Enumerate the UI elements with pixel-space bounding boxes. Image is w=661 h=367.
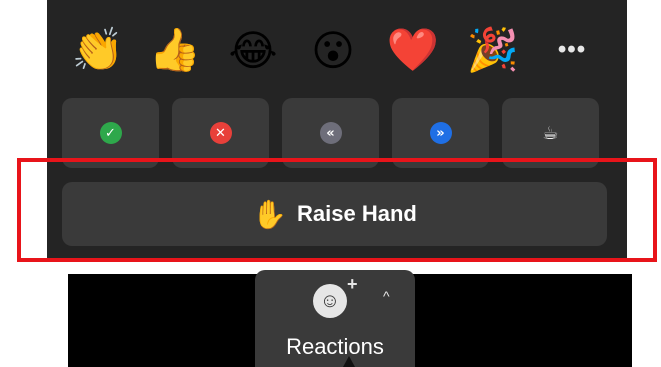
more-icon: ••• (557, 36, 587, 63)
joy-icon: 😂 (228, 25, 278, 75)
video-area-right (410, 274, 632, 367)
heart-emoji-button[interactable]: ❤️ (385, 22, 441, 78)
open-mouth-emoji-button[interactable]: 😮 (305, 22, 361, 78)
joy-emoji-button[interactable]: 😂 (225, 22, 281, 78)
fast-forward-icon: » (429, 122, 452, 144)
tada-emoji-button[interactable]: 🎉 (465, 22, 521, 78)
clap-emoji-button[interactable]: 👏 (70, 22, 126, 78)
coffee-icon: ☕ (542, 122, 559, 144)
checkmark-icon: ✓ (99, 122, 122, 144)
thumbs-up-emoji-button[interactable]: 👍 (147, 22, 203, 78)
video-area-left (68, 274, 258, 367)
cursor-icon (343, 356, 355, 367)
plus-icon: + (347, 274, 358, 294)
rewind-icon: « (319, 122, 342, 144)
reactions-label: Reactions (286, 334, 384, 359)
open-mouth-icon: 😮 (311, 25, 355, 75)
chevron-up-icon[interactable]: ^ (383, 288, 390, 304)
smiley-icon: ☺ (313, 284, 347, 318)
clap-icon: 👏 (71, 25, 125, 74)
more-emoji-button[interactable]: ••• (552, 30, 592, 70)
thumbs-up-icon: 👍 (148, 25, 202, 74)
highlight-box (17, 158, 657, 262)
heart-icon: ❤️ (386, 25, 440, 74)
reactions-button[interactable]: ☺ + ^ Reactions (255, 270, 415, 367)
close-icon: ✕ (209, 122, 232, 144)
tada-icon: 🎉 (466, 25, 520, 74)
